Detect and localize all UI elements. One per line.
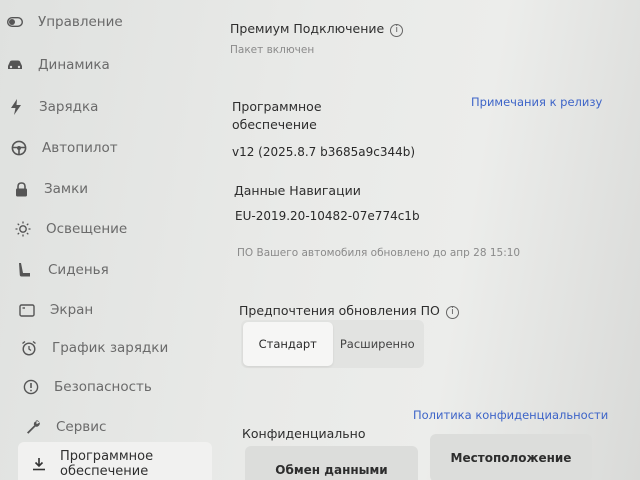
release-notes-link[interactable]: Примечания к релизу [471, 95, 602, 109]
sidebar-item-controls[interactable]: Управление [6, 5, 216, 39]
software-title: Программное обеспечение [232, 99, 322, 132]
wrench-icon [24, 418, 42, 436]
sidebar-item-label: Динамика [38, 57, 110, 73]
sidebar-item-label: График зарядки [52, 340, 169, 356]
lock-icon [12, 180, 30, 198]
premium-status: Пакет включен [230, 44, 315, 56]
sidebar-item-label: Управление [38, 14, 123, 30]
data-sharing-button[interactable]: Обмен данными [245, 446, 418, 480]
bolt-icon [7, 98, 25, 116]
sidebar-item-label: Безопасность [54, 379, 152, 395]
update-preference-toggle: Стандарт Расширенно [241, 320, 424, 368]
sidebar-item-label: Экран [50, 302, 94, 318]
option-advanced[interactable]: Расширенно [333, 322, 423, 366]
sidebar-item-label: Освещение [46, 221, 128, 237]
privacy-policy-link[interactable]: Политика конфиденциальности [413, 408, 608, 422]
sidebar-item-software[interactable]: Программное обеспечение [18, 442, 212, 480]
sidebar-item-label: Сервис [56, 419, 107, 435]
steering-wheel-icon [10, 139, 28, 157]
info-icon[interactable]: i [445, 306, 459, 319]
location-button[interactable]: Местоположение [430, 434, 592, 480]
sidebar-item-display[interactable]: Экран [18, 293, 228, 327]
alert-circle-icon [22, 378, 40, 396]
sidebar-item-charge-schedule[interactable]: График зарядки [20, 331, 230, 365]
sidebar-item-label: Автопилот [42, 140, 118, 156]
sidebar-item-lighting[interactable]: Освещение [14, 212, 224, 246]
seat-icon [16, 261, 34, 279]
alarm-clock-icon [20, 339, 38, 357]
sidebar-item-charging[interactable]: Зарядка [7, 90, 217, 124]
premium-connectivity-title: Премиум Подключение i [230, 21, 404, 37]
sidebar: Управление Динамика Зарядка Автопилот За [0, 0, 218, 480]
sidebar-item-autopilot[interactable]: Автопилот [10, 131, 220, 165]
sidebar-item-service[interactable]: Сервис [24, 410, 234, 444]
sun-icon [14, 220, 32, 238]
sidebar-item-label: Зарядка [39, 99, 99, 115]
sidebar-item-locks[interactable]: Замки [12, 172, 222, 206]
main-panel: Премиум Подключение i Пакет включен Прогр… [225, 0, 640, 480]
display-icon [18, 301, 36, 319]
car-icon [6, 56, 24, 74]
software-version: v12 (2025.8.7 b3685a9c344b) [232, 145, 416, 159]
privacy-title: Конфиденциально [242, 426, 366, 441]
navigation-version: EU-2019.20-10482-07e774c1b [235, 209, 420, 223]
update-preferences-title: Предпочтения обновления ПО i [239, 303, 459, 319]
option-standard[interactable]: Стандарт [243, 322, 333, 366]
sidebar-item-seats[interactable]: Сиденья [16, 253, 226, 287]
screen: Управление Динамика Зарядка Автопилот За [0, 0, 640, 480]
sidebar-item-label: Программное обеспечение [60, 449, 154, 479]
update-preferences-title-text: Предпочтения обновления ПО [239, 303, 440, 318]
download-icon [30, 455, 48, 473]
toggle-icon [6, 13, 24, 31]
update-status: ПО Вашего автомобиля обновлено до апр 28… [237, 247, 521, 259]
navigation-data-title: Данные Навигации [234, 183, 361, 198]
sidebar-item-safety[interactable]: Безопасность [22, 370, 232, 404]
sidebar-item-dynamics[interactable]: Динамика [6, 48, 216, 82]
sidebar-item-label: Сиденья [48, 262, 109, 278]
premium-title-text: Премиум Подключение [230, 21, 385, 36]
info-icon[interactable]: i [390, 24, 404, 37]
sidebar-item-label: Замки [44, 181, 89, 197]
